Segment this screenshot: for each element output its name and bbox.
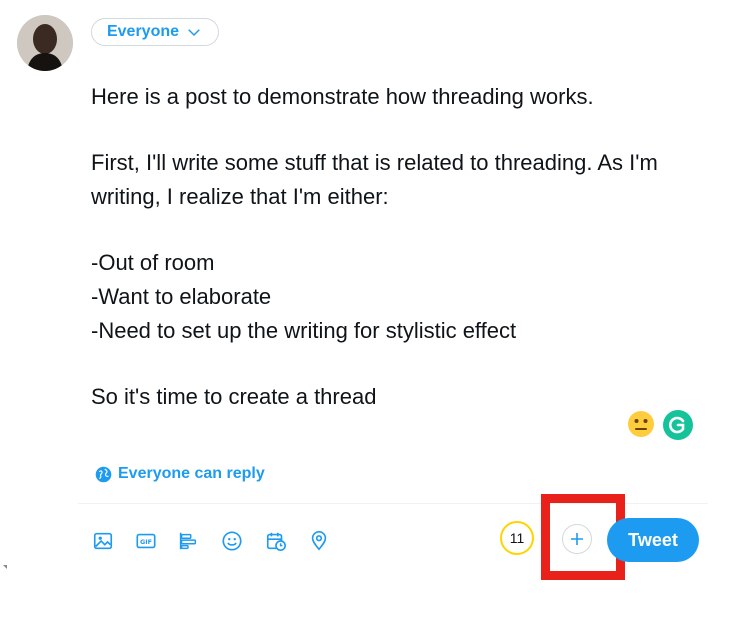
corner-mark (3, 565, 7, 569)
emoji-reaction-icon[interactable] (627, 410, 655, 438)
gif-icon[interactable]: GIF (133, 528, 159, 554)
character-counter: 11 (500, 521, 534, 555)
avatar-image (17, 15, 73, 71)
tweet-text-area[interactable]: Here is a post to demonstrate how thread… (91, 80, 711, 414)
text-line: Here is a post to demonstrate how thread… (91, 84, 594, 109)
svg-text:GIF: GIF (140, 538, 152, 546)
chevron-down-icon (188, 29, 200, 37)
grammarly-icon[interactable] (663, 410, 693, 440)
schedule-icon[interactable] (263, 528, 289, 554)
tweet-button[interactable]: Tweet (607, 518, 699, 562)
reply-setting-button[interactable]: Everyone can reply (95, 463, 265, 485)
image-icon[interactable] (90, 528, 116, 554)
reply-setting-label: Everyone can reply (118, 465, 265, 482)
avatar[interactable] (17, 15, 73, 71)
audience-selector-button[interactable]: Everyone (91, 18, 219, 46)
text-line: -Need to set up the writing for stylisti… (91, 318, 517, 343)
emoji-icon[interactable] (219, 528, 245, 554)
text-line: First, I'll write some stuff that is rel… (91, 150, 658, 209)
text-line: -Out of room (91, 250, 215, 275)
text-line: So it's time to create a thread (91, 384, 377, 409)
poll-icon[interactable] (175, 528, 201, 554)
location-icon[interactable] (306, 528, 332, 554)
audience-label: Everyone (106, 23, 180, 40)
text-line: -Want to elaborate (91, 284, 272, 309)
globe-icon (95, 466, 112, 482)
